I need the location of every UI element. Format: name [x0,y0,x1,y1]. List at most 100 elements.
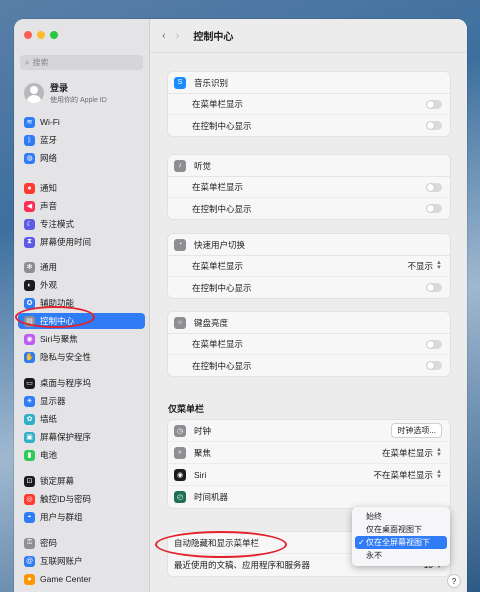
dropdown-option[interactable]: 仅在桌面视图下 [355,523,447,536]
sidebar-item-label: 锁定屏幕 [40,476,75,486]
sidebar-item-label: 电池 [40,450,58,460]
sidebar-item[interactable]: ▣ 屏幕保护程序 [18,429,145,445]
bell-icon: ● [24,182,35,194]
menubar-row-left: ◉ Siri [174,468,206,481]
settings-group: ◔ 快速用户切换 在菜单栏显示 不显示 ▲ ▼ 在控制中心显示 [167,233,451,299]
sidebar-item-label: 屏幕使用时间 [40,237,92,247]
sidebar-item-label: 互联网账户 [40,556,83,566]
hand-icon: ✋ [24,351,35,363]
group-row: 在控制中心显示 [168,115,450,136]
toggle-switch[interactable] [426,204,442,213]
checkmark-icon: ✓ [358,538,365,547]
sidebar-item-label: 密码 [40,538,58,548]
menubar-row-left: ⌕ 聚焦 [174,446,211,459]
sidebar-item[interactable]: ● 通知 [18,180,145,196]
dropdown-option-label: 永不 [366,551,382,560]
keyboard-brightness-icon: ☼ [174,316,186,329]
toggle-switch[interactable] [426,361,442,370]
sidebar-item[interactable]: ✋ 隐私与安全性 [18,349,145,365]
sidebar-item[interactable]: ⧗ 屏幕使用时间 [18,234,145,250]
menubar-row-label: 时间机器 [194,492,229,502]
dropdown-option[interactable]: ✓ 仅在全屏幕视图下 [355,536,447,549]
menubar-row: ◉ Siri 不在菜单栏显示 ▲ ▼ [168,464,450,486]
row-label: 在控制中心显示 [192,203,252,214]
sidebar-item[interactable]: ☾ 专注模式 [18,216,145,232]
globe-icon: ◍ [24,152,35,164]
sidebar-item[interactable]: ◉ Siri与聚焦 [18,331,145,347]
toggle-switch[interactable] [426,339,442,349]
bluetooth-icon: ᛒ [24,134,35,146]
row-label: 在菜单栏显示 [192,339,244,349]
sidebar-item-label: 墙纸 [40,414,58,424]
sidebar-item[interactable]: ☀ 显示器 [18,393,145,409]
at-icon: @ [24,555,35,567]
group-title: 键盘亮度 [194,317,229,328]
content-area: S 音乐识别 在菜单栏显示 在控制中心显示 ♪ 听觉 在菜单栏显示 在控制中心显示 ◔ 快速用户切… [155,53,455,592]
toggle-switch[interactable] [426,182,442,192]
toggle-switch[interactable] [426,99,442,109]
help-button[interactable]: ? [447,574,461,588]
account-subtitle: 使用你的 Apple ID [50,97,107,104]
toggle-switch[interactable] [426,121,442,130]
speaker-icon: ◀ [24,200,35,212]
group-row: 在控制中心显示 [168,355,450,376]
dropdown-option[interactable]: 永不 [355,549,447,562]
avatar [24,83,44,103]
popup-button[interactable]: 在菜单栏显示 ▲ ▼ [382,447,442,459]
search-input[interactable]: ⌕ 搜索 [20,55,143,70]
sidebar-item-label: 通用 [40,262,58,272]
zoom-button[interactable] [50,31,58,39]
popup-value: 在菜单栏显示 [382,447,434,458]
battery-icon: ▮ [24,449,35,461]
toolbar: ‹ › 控制中心 [150,19,467,53]
popup-button[interactable]: 不在菜单栏显示 ▲ ▼ [374,469,442,481]
display-icon: ☀ [24,395,35,407]
sidebar-item[interactable]: ● Game Center [18,571,145,587]
popup-button[interactable]: 不显示 ▲ ▼ [408,260,442,272]
sidebar-item[interactable]: ✪ 辅助功能 [18,295,145,311]
sidebar-item[interactable]: ⚿ 密码 [18,535,145,551]
back-icon[interactable]: ‹ [162,30,166,42]
sidebar-item[interactable]: ▭ 桌面与程序坞 [18,375,145,391]
sidebar-item[interactable]: ◓ 用户与群组 [18,509,145,525]
account-login[interactable]: 登录 使用你的 Apple ID [24,81,107,105]
sidebar-item[interactable]: @ 互联网账户 [18,553,145,569]
sidebar-item[interactable]: ᛒ 蓝牙 [18,132,145,148]
user-switch-icon: ◔ [174,238,186,251]
main-pane: ‹ › 控制中心 S 音乐识别 在菜单栏显示 在控制中心显示 ♪ 听觉 在菜单栏显示 在控制中… [150,19,467,592]
sidebar-item[interactable]: ◀ 声音 [18,198,145,214]
search-icon: ⌕ [25,57,30,67]
group-header: ◔ 快速用户切换 [168,234,450,256]
sidebar-item[interactable]: ◍ 网络 [18,150,145,166]
forward-icon[interactable]: › [176,30,180,42]
hourglass-icon: ⧗ [24,236,35,248]
window-controls [24,31,58,39]
sidebar-item[interactable]: ◎ 触控ID与密码 [18,491,145,507]
row-label: 在菜单栏显示 [192,99,244,109]
sidebar-item[interactable]: ✻ 通用 [18,259,145,275]
recent-items-label: 最近使用的文稿、应用程序和服务器 [174,560,311,570]
group-row: 在菜单栏显示 不显示 ▲ ▼ [168,256,450,277]
group-header: ♪ 听觉 [168,155,450,177]
gear-icon: ✻ [24,261,35,273]
sidebar-item[interactable]: ✿ 墙纸 [18,411,145,427]
users-icon: ◓ [24,511,35,523]
settings-group: ♪ 听觉 在菜单栏显示 在控制中心显示 [167,154,451,220]
sidebar-item-label: 控制中心 [40,316,75,326]
sidebar-item-label: 通知 [40,183,58,193]
toggle-switch[interactable] [426,283,442,292]
sidebar-item-label: Siri与聚焦 [40,334,78,344]
group-row: 在菜单栏显示 [168,94,450,115]
dropdown-option[interactable]: 始终 [355,510,447,523]
sidebar-item[interactable]: ▮ 电池 [18,447,145,463]
sidebar-item-label: 触控ID与密码 [40,494,92,504]
updown-chevron-icon: ▲▼ [436,446,442,458]
sidebar-item[interactable]: ▤ 控制中心 [18,313,145,329]
close-button[interactable] [24,31,32,39]
sidebar-item[interactable]: ⊡ 锁定屏幕 [18,473,145,489]
clock-options-button[interactable]: 时钟选项... [391,423,442,438]
minimize-button[interactable] [37,31,45,39]
sidebar-item[interactable]: ◐ 外观 [18,277,145,293]
sidebar-item-label: 屏幕保护程序 [40,432,92,442]
sidebar-item[interactable]: ≋ Wi-Fi [18,114,145,130]
